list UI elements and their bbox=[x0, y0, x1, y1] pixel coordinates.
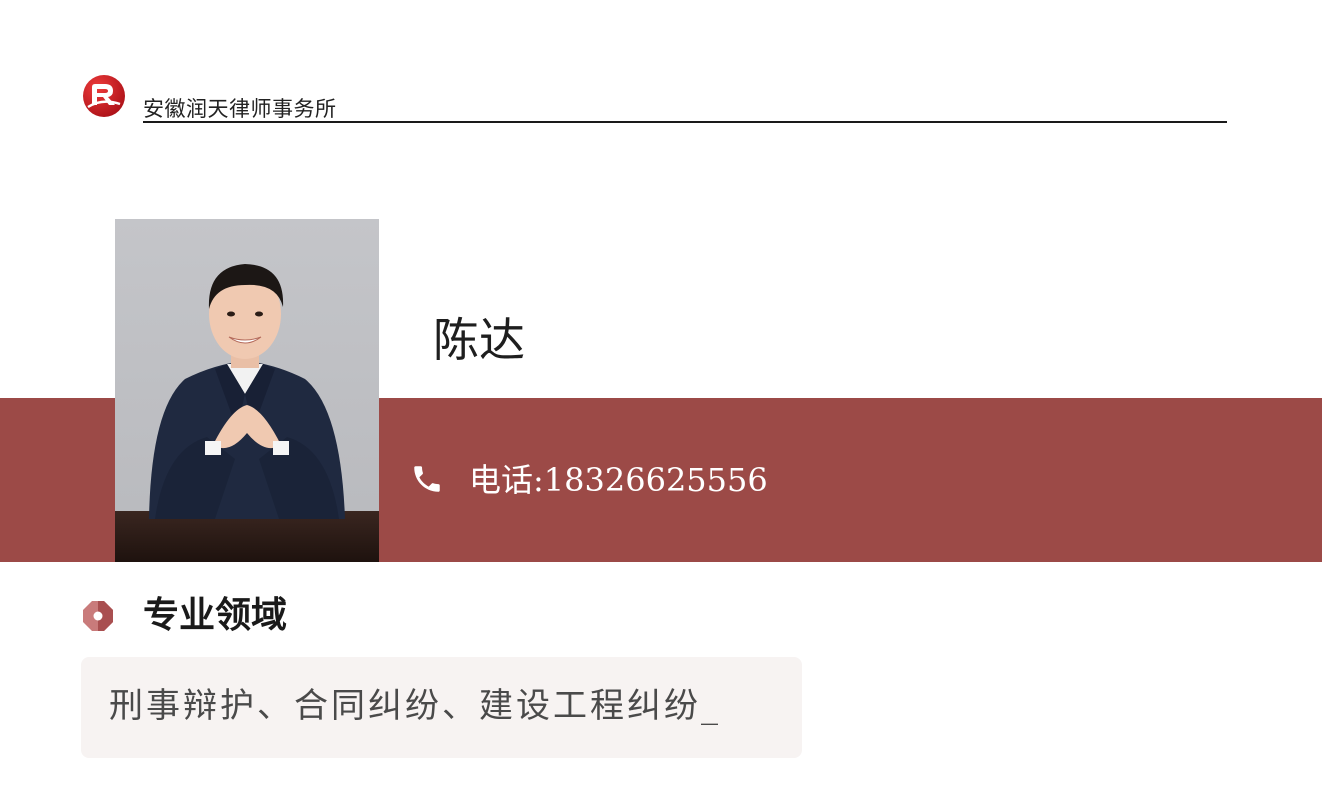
specialty-text: 刑事辩护、合同纠纷、建设工程纠纷_ bbox=[109, 686, 721, 726]
firm-logo-icon bbox=[83, 75, 125, 117]
lawyer-name: 陈达 bbox=[433, 313, 525, 367]
phone-icon bbox=[414, 466, 440, 492]
octagon-badge-icon bbox=[83, 601, 113, 631]
lawyer-profile-page: 安徽润天律师事务所 陈达 电话:18326625556 专业领域 刑事辩护、合同… bbox=[0, 0, 1322, 797]
header-divider bbox=[143, 121, 1227, 123]
phone-number[interactable]: 电话:18326625556 bbox=[469, 460, 768, 500]
section-title-specialty: 专业领域 bbox=[143, 595, 288, 636]
firm-name: 安徽润天律师事务所 bbox=[143, 97, 337, 121]
lawyer-portrait bbox=[115, 219, 379, 562]
